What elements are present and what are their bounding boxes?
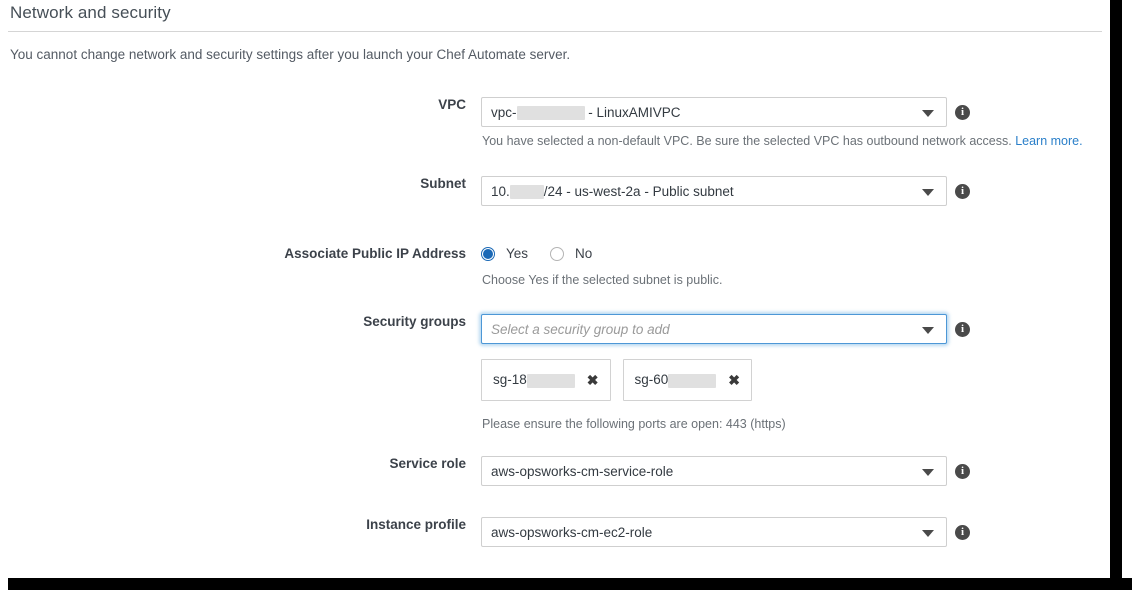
subnet-select[interactable]: 10. /24 - us-west-2a - Public subnet — [481, 176, 947, 206]
title-divider — [8, 31, 1102, 32]
security-group-tag-redaction — [668, 373, 717, 388]
security-groups-select-wrapper: Select a security group to add — [481, 314, 947, 344]
radio-yes-label[interactable]: Yes — [506, 246, 528, 261]
security-groups-label: Security groups — [363, 314, 466, 329]
instance-profile-select[interactable]: aws-opsworks-cm-ec2-role — [481, 517, 947, 547]
service-role-select-wrapper: aws-opsworks-cm-service-role — [481, 456, 947, 486]
associate-public-ip-radio-group: Yes No — [481, 246, 614, 261]
vpc-select[interactable]: vpc- - LinuxAMIVPC — [481, 97, 947, 127]
vpc-label: VPC — [438, 97, 466, 112]
service-role-value: aws-opsworks-cm-service-role — [491, 464, 674, 479]
window-edge-bottom — [8, 578, 1132, 590]
service-role-info-icon[interactable]: i — [955, 464, 970, 479]
vpc-select-value: vpc- - LinuxAMIVPC — [491, 103, 681, 122]
security-groups-info-icon[interactable]: i — [955, 322, 970, 337]
security-group-tag-list: sg-18 ✖ sg-60 ✖ — [481, 359, 764, 401]
radio-no[interactable] — [550, 246, 565, 261]
security-group-tag-prefix: sg-18 — [493, 372, 527, 388]
subnet-label: Subnet — [420, 176, 466, 191]
associate-public-ip-label: Associate Public IP Address — [284, 246, 466, 261]
screenshot-root: Network and security You cannot change n… — [0, 0, 1132, 600]
security-group-tag-prefix: sg-60 — [634, 372, 669, 388]
security-group-tag-redaction — [526, 373, 575, 388]
security-group-tag-text: sg-18 — [493, 372, 575, 388]
instance-profile-select-wrapper: aws-opsworks-cm-ec2-role — [481, 517, 947, 547]
chevron-down-icon[interactable] — [922, 530, 934, 537]
security-group-tag-text: sg-60 — [634, 372, 717, 388]
security-groups-help-text: Please ensure the following ports are op… — [482, 417, 786, 431]
subnet-value-suffix: /24 - us-west-2a - Public subnet — [543, 184, 734, 199]
radio-yes[interactable] — [481, 246, 495, 261]
network-security-page: Network and security You cannot change n… — [0, 0, 1110, 578]
subnet-value-prefix: 10. — [491, 184, 510, 199]
close-icon[interactable]: ✖ — [587, 373, 599, 387]
associate-public-ip-help-text: Choose Yes if the selected subnet is pub… — [482, 273, 723, 287]
service-role-label: Service role — [389, 456, 466, 471]
instance-profile-value: aws-opsworks-cm-ec2-role — [491, 525, 653, 540]
page-title: Network and security — [10, 3, 171, 22]
window-edge-right — [1110, 0, 1122, 588]
instance-profile-label: Instance profile — [366, 517, 466, 532]
intro-text: You cannot change network and security s… — [10, 47, 571, 62]
chevron-down-icon[interactable] — [922, 110, 934, 117]
security-groups-placeholder: Select a security group to add — [491, 322, 670, 337]
security-group-tag: sg-18 ✖ — [481, 359, 611, 401]
vpc-value-redaction — [516, 106, 585, 121]
security-group-tag: sg-60 ✖ — [622, 359, 753, 401]
service-role-select[interactable]: aws-opsworks-cm-service-role — [481, 456, 947, 486]
chevron-down-icon[interactable] — [922, 189, 934, 196]
chevron-down-icon[interactable] — [922, 469, 934, 476]
window-edge-bottom-filler — [0, 590, 1132, 600]
vpc-value-suffix: - LinuxAMIVPC — [584, 105, 681, 120]
radio-no-label[interactable]: No — [575, 246, 592, 261]
subnet-select-value: 10. /24 - us-west-2a - Public subnet — [491, 182, 734, 201]
vpc-info-icon[interactable]: i — [955, 105, 970, 120]
subnet-value-redaction — [509, 185, 544, 200]
subnet-info-icon[interactable]: i — [955, 184, 970, 199]
close-icon[interactable]: ✖ — [728, 373, 740, 387]
vpc-select-wrapper: vpc- - LinuxAMIVPC — [481, 97, 947, 127]
vpc-help-text: You have selected a non-default VPC. Be … — [482, 134, 1083, 148]
vpc-learn-more-link[interactable]: Learn more. — [1015, 134, 1082, 148]
chevron-down-icon[interactable] — [922, 327, 934, 334]
vpc-help-sentence: You have selected a non-default VPC. Be … — [482, 134, 1016, 148]
security-groups-select[interactable]: Select a security group to add — [481, 314, 947, 344]
instance-profile-info-icon[interactable]: i — [955, 525, 970, 540]
subnet-select-wrapper: 10. /24 - us-west-2a - Public subnet — [481, 176, 947, 206]
vpc-value-prefix: vpc- — [491, 105, 517, 120]
